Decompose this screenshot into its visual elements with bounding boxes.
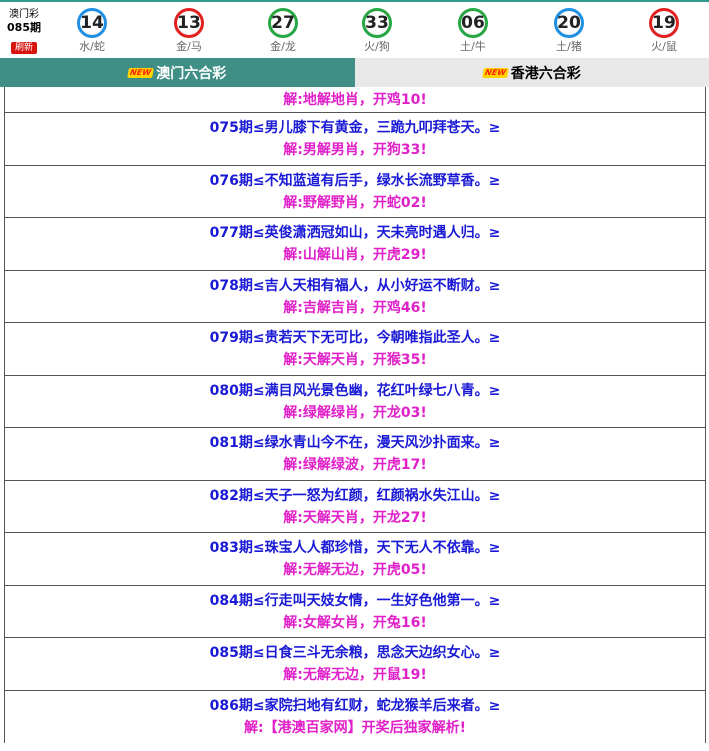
prediction-riddle: 085期≤日食三斗无余粮，思念天边织女心。≥ — [209, 645, 501, 661]
draw-ball-6: 20 土/猪 — [539, 8, 599, 53]
ball-zodiac-label: 火/狗 — [364, 40, 390, 53]
ball-zodiac-label: 土/牛 — [460, 40, 486, 53]
ball-zodiac-label: 火/鼠 — [651, 40, 677, 53]
tab-hongkong-mark-six[interactable]: NEW 香港六合彩 — [354, 58, 709, 87]
ball-number: 06 — [458, 8, 488, 38]
lottery-name: 澳门彩 — [9, 9, 39, 20]
prediction-answer: 解:【港澳百家网】开奖后独家解析! — [244, 719, 466, 736]
prediction-riddle: 081期≤绿水青山今不在，漫天风沙扑面来。≥ — [209, 435, 501, 451]
draw-info: 澳门彩 085期 刷新 — [3, 8, 45, 54]
tab-macau-mark-six[interactable]: NEW 澳门六合彩 — [0, 58, 355, 87]
list-item: 076期≤不知蓝道有后手，绿水长流野草香。≥ 解:野解野肖，开蛇02! — [5, 166, 705, 218]
ball-zodiac-label: 金/龙 — [270, 40, 296, 53]
prediction-answer: 解:山解山肖，开虎29! — [283, 247, 427, 263]
ball-zodiac-label: 土/猪 — [556, 40, 582, 53]
prediction-answer: 解:男解男肖，开狗33! — [283, 142, 427, 158]
prediction-answer: 解:天解天肖，开猴35! — [283, 352, 427, 368]
prediction-riddle: 078期≤吉人天相有福人，从小好运不断财。≥ — [209, 277, 501, 294]
prediction-list: 解:地解地肖，开鸡10! 075期≤男儿膝下有黄金，三跪九叩拜苍天。≥ 解:男解… — [4, 87, 706, 743]
prediction-answer: 解:野解野肖，开蛇02! — [283, 194, 427, 211]
prediction-riddle: 083期≤珠宝人人都珍惜，天下无人不依靠。≥ — [209, 540, 501, 556]
draw-ball-5: 06 土/牛 — [443, 8, 503, 53]
list-item: 077期≤英俊潇洒冠如山，天未亮时遇人归。≥ 解:山解山肖，开虎29! — [5, 218, 705, 271]
prediction-answer: 解:绿解绿肖，开龙03! — [283, 404, 427, 421]
refresh-button[interactable]: 刷新 — [10, 42, 37, 54]
list-item: 080期≤满目风光景色幽，花红叶绿七八青。≥ 解:绿解绿肖，开龙03! — [5, 376, 705, 428]
draw-period: 085期 — [7, 21, 41, 34]
prediction-answer: 解:地解地肖，开鸡10! — [283, 92, 427, 108]
ball-zodiac-label: 水/蛇 — [79, 40, 105, 53]
list-item: 086期≤家院扫地有红财，蛇龙猴羊后来者。≥ 解:【港澳百家网】开奖后独家解析! — [5, 691, 705, 744]
prediction-answer: 解:无解无边，开鼠19! — [283, 667, 427, 683]
ball-zodiac-label: 金/马 — [176, 40, 202, 53]
lottery-tabs: NEW 澳门六合彩 NEW 香港六合彩 — [0, 58, 709, 87]
list-item: 083期≤珠宝人人都珍惜，天下无人不依靠。≥ 解:无解无边，开虎05! — [5, 533, 705, 586]
prediction-riddle: 075期≤男儿膝下有黄金，三跪九叩拜苍天。≥ — [209, 120, 501, 136]
tab-label: 香港六合彩 — [510, 65, 581, 82]
list-item: 085期≤日食三斗无余粮，思念天边织女心。≥ 解:无解无边，开鼠19! — [5, 638, 705, 691]
prediction-answer: 解:天解天肖，开龙27! — [283, 509, 427, 526]
prediction-answer: 解:无解无边，开虎05! — [283, 562, 427, 578]
prediction-riddle: 076期≤不知蓝道有后手，绿水长流野草香。≥ — [209, 172, 501, 189]
ball-number: 14 — [77, 8, 107, 38]
draw-ball-4: 33 火/狗 — [347, 8, 407, 53]
list-item: 075期≤男儿膝下有黄金，三跪九叩拜苍天。≥ 解:男解男肖，开狗33! — [5, 113, 705, 166]
prediction-answer: 解:吉解吉肖，开鸡46! — [283, 299, 427, 316]
draw-ball-1: 14 水/蛇 — [62, 8, 122, 53]
prediction-answer: 解:绿解绿波，开虎17! — [283, 457, 427, 473]
list-item: 081期≤绿水青山今不在，漫天风沙扑面来。≥ 解:绿解绿波，开虎17! — [5, 428, 705, 481]
list-item: 解:地解地肖，开鸡10! — [5, 87, 705, 113]
list-item: 079期≤贵若天下无可比，今朝唯指此圣人。≥ 解:天解天肖，开猴35! — [5, 323, 705, 376]
list-item: 078期≤吉人天相有福人，从小好运不断财。≥ 解:吉解吉肖，开鸡46! — [5, 271, 705, 323]
draw-ball-2: 13 金/马 — [159, 8, 219, 53]
ball-number: 33 — [362, 8, 392, 38]
new-badge-icon: NEW — [127, 67, 155, 78]
prediction-riddle: 079期≤贵若天下无可比，今朝唯指此圣人。≥ — [209, 330, 501, 346]
list-item: 082期≤天子一怒为红颜，红颜祸水失江山。≥ 解:天解天肖，开龙27! — [5, 481, 705, 533]
ball-number: 27 — [268, 8, 298, 38]
prediction-riddle: 082期≤天子一怒为红颜，红颜祸水失江山。≥ — [209, 487, 501, 504]
draw-ball-3: 27 金/龙 — [253, 8, 313, 53]
list-item: 084期≤行走叫天妓女情，一生好色他第一。≥ 解:女解女肖，开兔16! — [5, 586, 705, 638]
prediction-answer: 解:女解女肖，开兔16! — [283, 614, 427, 631]
draw-ball-7: 19 火/鼠 — [634, 8, 694, 53]
prediction-riddle: 086期≤家院扫地有红财，蛇龙猴羊后来者。≥ — [209, 697, 501, 714]
ball-number: 19 — [649, 8, 679, 38]
tab-label: 澳门六合彩 — [156, 65, 227, 82]
new-badge-icon: NEW — [481, 67, 509, 78]
ball-number: 20 — [554, 8, 584, 38]
prediction-riddle: 077期≤英俊潇洒冠如山，天未亮时遇人归。≥ — [209, 225, 501, 241]
prediction-riddle: 084期≤行走叫天妓女情，一生好色他第一。≥ — [209, 592, 501, 609]
draw-result-bar: 澳门彩 085期 刷新 14 水/蛇 13 金/马 27 金/龙 33 火/狗 … — [0, 0, 709, 58]
prediction-riddle: 080期≤满目风光景色幽，花红叶绿七八青。≥ — [209, 382, 501, 399]
ball-number: 13 — [174, 8, 204, 38]
